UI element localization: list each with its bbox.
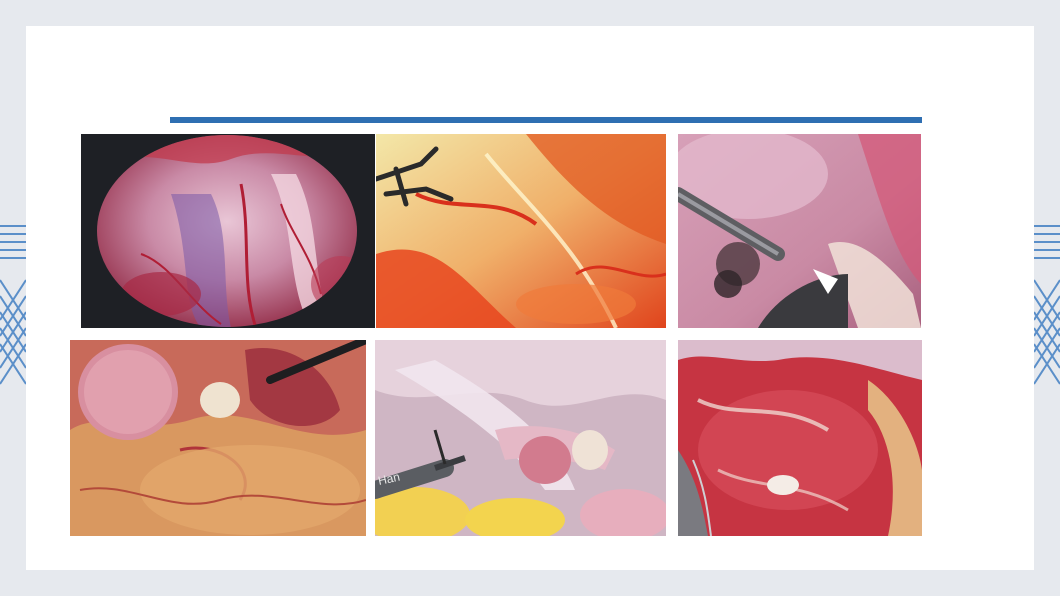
left-decorative-stripes xyxy=(0,225,26,385)
laparoscopic-view-cautery-dissection xyxy=(678,134,921,328)
laparoscopic-view-circular xyxy=(81,134,375,328)
right-decorative-stripes xyxy=(1034,225,1060,385)
title-accent-rule xyxy=(170,117,922,123)
laparoscopic-view-grasper-bleeding xyxy=(376,134,666,328)
laparoscopic-view-raw-surface xyxy=(678,340,922,536)
laparoscopic-view-tissue-grasper: Han xyxy=(375,340,666,536)
laparoscopic-view-ovary-bowel xyxy=(70,340,366,536)
